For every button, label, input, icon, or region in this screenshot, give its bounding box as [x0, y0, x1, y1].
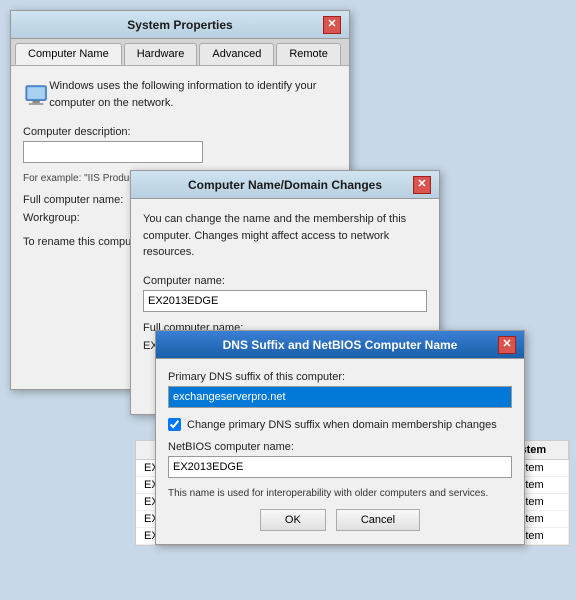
dns-button-row: OK Cancel	[168, 509, 512, 531]
close-icon: ✕	[502, 339, 511, 350]
domain-changes-title-bar: Computer Name/Domain Changes ✕	[131, 171, 439, 199]
computer-name-field-label: Computer name:	[143, 275, 427, 287]
system-properties-title-bar: System Properties ✕	[11, 11, 349, 39]
tab-remote[interactable]: Remote	[276, 43, 341, 65]
computer-description-row: Computer description:	[23, 126, 337, 163]
computer-description-label: Computer description:	[23, 126, 337, 138]
system-description-text: Windows uses the following information t…	[49, 78, 337, 111]
primary-dns-input[interactable]	[168, 386, 512, 408]
rename-text-prefix: To rename this compu	[23, 236, 131, 248]
dns-title-bar: DNS Suffix and NetBIOS Computer Name ✕	[156, 331, 524, 359]
domain-changes-title: Computer Name/Domain Changes	[157, 178, 413, 192]
dns-close-button[interactable]: ✕	[498, 336, 516, 354]
dns-info-text: This name is used for interoperability w…	[168, 488, 512, 499]
dns-content: Primary DNS suffix of this computer: Cha…	[156, 359, 524, 543]
dns-change-checkbox[interactable]	[168, 418, 181, 431]
ok-button[interactable]: OK	[260, 509, 326, 531]
computer-name-field-row: Computer name:	[143, 275, 427, 312]
system-properties-title: System Properties	[37, 18, 323, 32]
cancel-button[interactable]: Cancel	[336, 509, 420, 531]
domain-changes-description: You can change the name and the membersh…	[143, 211, 427, 261]
domain-changes-close-button[interactable]: ✕	[413, 176, 431, 194]
netbios-label: NetBIOS computer name:	[168, 441, 512, 453]
dns-checkbox-label: Change primary DNS suffix when domain me…	[187, 419, 497, 431]
tab-advanced[interactable]: Advanced	[199, 43, 274, 65]
close-icon: ✕	[417, 179, 426, 190]
dns-checkbox-row: Change primary DNS suffix when domain me…	[168, 418, 512, 431]
netbios-row: NetBIOS computer name:	[168, 441, 512, 478]
computer-icon	[23, 78, 49, 114]
system-properties-tab-bar: Computer Name Hardware Advanced Remote	[11, 39, 349, 66]
primary-dns-row: Primary DNS suffix of this computer:	[168, 371, 512, 408]
computer-name-field-input[interactable]	[143, 290, 427, 312]
tab-computer-name[interactable]: Computer Name	[15, 43, 122, 65]
system-properties-close-button[interactable]: ✕	[323, 16, 341, 34]
computer-description-input[interactable]	[23, 141, 203, 163]
computer-icon-row: Windows uses the following information t…	[23, 78, 337, 114]
dns-suffix-window: DNS Suffix and NetBIOS Computer Name ✕ P…	[155, 330, 525, 545]
close-icon: ✕	[327, 19, 336, 30]
dns-title: DNS Suffix and NetBIOS Computer Name	[182, 338, 498, 352]
primary-dns-label: Primary DNS suffix of this computer:	[168, 371, 512, 383]
tab-hardware[interactable]: Hardware	[124, 43, 198, 65]
netbios-input[interactable]	[168, 456, 512, 478]
